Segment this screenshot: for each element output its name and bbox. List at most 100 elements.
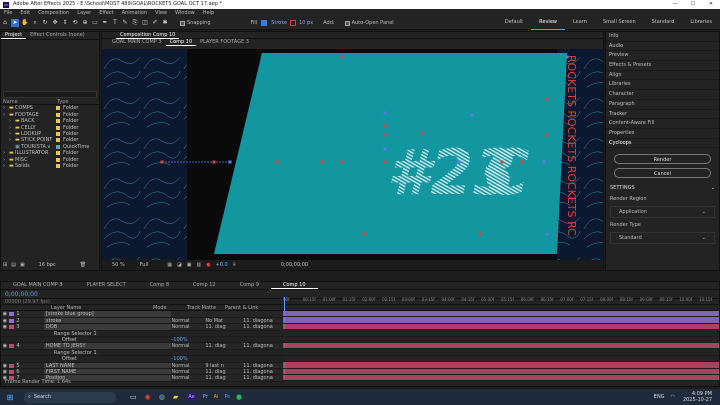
workspace-learn[interactable]: Learn [565,16,595,30]
transform-handle[interactable] [420,131,424,135]
minimize-button[interactable]: — [666,0,684,9]
pan-tool-icon[interactable]: ✥ [51,19,59,27]
transform-handle[interactable] [457,160,461,164]
render-button[interactable]: Render [614,154,711,165]
workspace-review[interactable]: Review [531,16,565,30]
dolly-tool-icon[interactable]: ⇕ [61,19,69,27]
stroke-label[interactable]: Stroke [271,17,287,30]
transform-handle[interactable] [340,55,344,59]
panel-effects-presets[interactable]: Effects & Presets [606,61,719,71]
label-color-swatch[interactable] [56,163,60,168]
eye-icon[interactable] [1,337,9,342]
timeline-tab-goal-main-comp-3[interactable]: GOAL MAIN COMP 3 [1,282,75,289]
layer-track-matte[interactable] [205,311,243,316]
transform-handle[interactable] [500,160,504,164]
layer-mode[interactable] [171,311,205,316]
transform-handle[interactable] [565,55,569,59]
task-view-icon[interactable]: ▭ [130,393,137,401]
transform-handle[interactable] [228,160,232,164]
eye-icon[interactable] [1,350,9,355]
project-search-input[interactable] [3,91,97,98]
trash-icon[interactable]: 🗑 [80,262,86,268]
timeline-tab-comp-8[interactable]: Comp 8 [138,282,181,289]
layer-parent[interactable]: 11. diagona [243,324,283,330]
layer-mode[interactable]: Normal [171,369,205,375]
fill-swatch[interactable] [261,20,268,26]
label-color-swatch[interactable] [56,119,60,124]
transform-handle[interactable] [383,111,387,115]
chrome-icon[interactable]: ◉ [145,393,151,401]
snapping-checkbox[interactable] [180,20,185,26]
anchor-tool-icon[interactable]: ⊕ [81,19,89,27]
stroke-swatch[interactable] [290,20,297,26]
transform-handle[interactable] [340,160,344,164]
photoshop-icon[interactable]: Ps [224,394,230,400]
eye-icon[interactable]: ◉ [1,318,9,324]
layer-parent[interactable]: 11. diagona [243,375,283,381]
mask-icon[interactable]: ◪ [177,262,182,268]
brush-tool-icon[interactable]: ✎ [121,19,129,27]
render-region-select[interactable]: Application ⌄ [610,206,715,219]
layer-track-matte[interactable]: 11. diag [205,375,243,381]
panel-info[interactable]: Info [606,32,719,42]
layer-parent[interactable]: 11. diagona [243,363,283,369]
shape-tool-icon[interactable]: ▭ [91,19,99,27]
transform-handle[interactable] [545,133,549,137]
orbit-tool-icon[interactable]: ↻ [41,19,49,27]
selection-tool-icon[interactable]: ➤ [11,19,19,27]
menu-edit[interactable]: Edit [16,9,34,17]
transform-handle[interactable] [542,160,546,164]
layer-track-matte[interactable]: 11. diag [205,369,243,375]
tab-effect-controls[interactable]: Effect Controls (none) [26,32,89,39]
viewer-tab-player-footage-3[interactable]: PLAYER FOOTAGE 3 [196,39,253,46]
time-ruler[interactable]: 00f 00:15f 01:00f 01:15f 02:00f 02:15f 03:00f 0… [283,297,719,305]
layer-mode[interactable]: Normal [171,363,205,369]
camera-icon[interactable]: ⌾ [233,262,236,268]
eye-icon[interactable] [1,356,9,361]
close-button[interactable]: ✕ [702,0,720,9]
layer-track-matte[interactable] [205,350,243,355]
add-label[interactable]: Add: [323,17,334,30]
eye-icon[interactable]: ◉ [1,369,9,375]
layer-mode[interactable]: Normal [171,375,205,381]
eye-icon[interactable]: ◉ [1,363,9,369]
eye-icon[interactable] [1,331,9,336]
layer-name[interactable]: FIRST NAME [43,368,172,375]
layer-name[interactable]: Range Selector 1 [54,331,172,336]
transform-handle[interactable] [275,160,279,164]
layer-name[interactable]: [stroke blue group] [43,311,172,317]
timeline-timecode[interactable]: 0;00;00;00 [5,290,38,298]
layer-name[interactable]: HOME TO JERSY [43,343,172,349]
panel-character[interactable]: Character [606,90,719,100]
region-icon[interactable]: ▣ [187,262,192,268]
auto-open-checkbox[interactable] [344,20,350,26]
explorer-icon[interactable]: ▰ [173,393,178,401]
transform-handle[interactable] [545,232,549,236]
eye-icon[interactable]: ◉ [1,311,9,317]
viewer-timecode[interactable]: 0;00;00;00 [281,262,308,268]
panel-paragraph[interactable]: Paragraph [606,100,719,110]
transparency-icon[interactable]: ▥ [196,262,201,268]
layer-track-matte[interactable]: 9 last n [205,363,243,369]
menu-view[interactable]: View [151,9,171,17]
layer-mode[interactable] [171,331,205,336]
label-color-swatch[interactable] [56,112,60,117]
new-comp-icon[interactable]: ▣ [20,262,25,268]
col-mode[interactable]: Mode [153,305,187,311]
panel-align[interactable]: Align [606,71,719,81]
stroke-width[interactable]: 10 px [299,17,313,30]
new-folder-icon[interactable]: ▤ [11,262,16,268]
composition-canvas[interactable]: #23 C ROCKETS ROCKETS ROCKETS RC [102,49,603,261]
transform-handle[interactable] [383,147,387,151]
panel-content-aware-fill[interactable]: Content-Aware Fill [606,119,719,129]
label-color-swatch[interactable] [56,151,60,156]
transform-handle[interactable] [545,97,549,101]
transform-handle[interactable] [212,160,216,164]
label-color-swatch[interactable] [56,106,60,111]
layer-parent[interactable] [243,331,283,336]
interpret-footage-icon[interactable]: ⊞ [3,262,7,268]
menu-animation[interactable]: Animation [118,9,152,17]
eraser-tool-icon[interactable]: ◫ [141,19,149,27]
layer-track-matte[interactable]: 11. diag [205,343,243,349]
fill-label[interactable]: Fill [251,17,258,30]
